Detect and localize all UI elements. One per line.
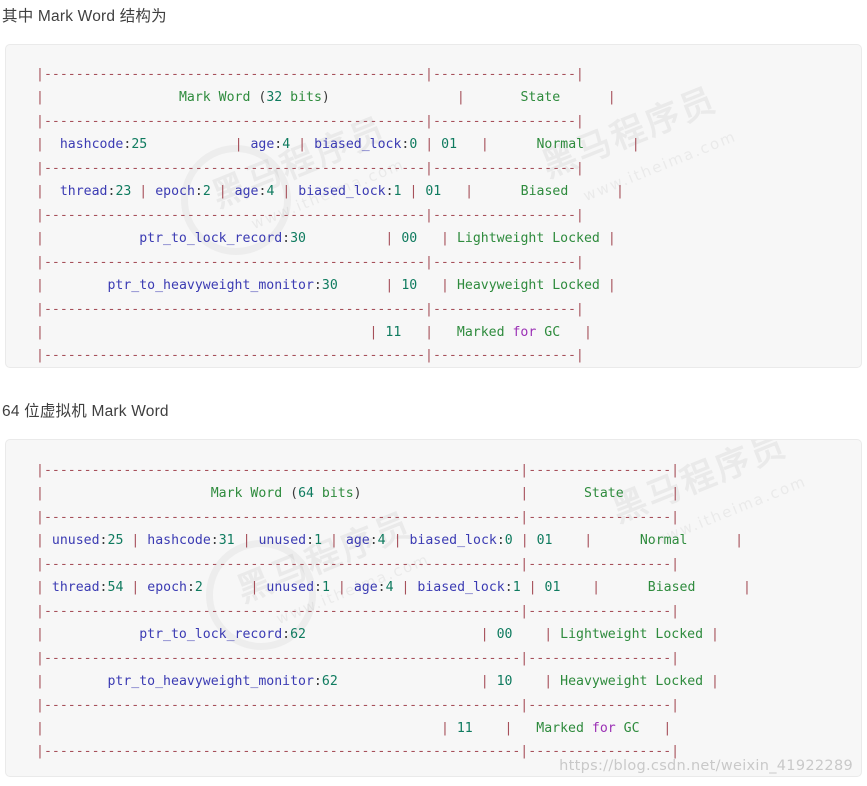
source-url-watermark: https://blog.csdn.net/weixin_41922289: [559, 758, 853, 774]
section-heading-2: 64 位虚拟机 Mark Word: [2, 403, 169, 420]
ascii-table-64bit: |---------------------------------------…: [36, 463, 751, 760]
section-heading-1: 其中 Mark Word 结构为: [2, 8, 167, 25]
screenshot-root: 其中 Mark Word 结构为 黑马程序员 www.itheima.com 黑…: [0, 0, 867, 786]
code-block-32bit: 黑马程序员 www.itheima.com 黑马程序员 www.itheima.…: [5, 44, 862, 368]
code-block-64bit: 黑马程序员 www.itheima.com 黑马程序员 www.itheima.…: [5, 439, 862, 777]
ascii-table-32bit: |---------------------------------------…: [36, 67, 640, 364]
